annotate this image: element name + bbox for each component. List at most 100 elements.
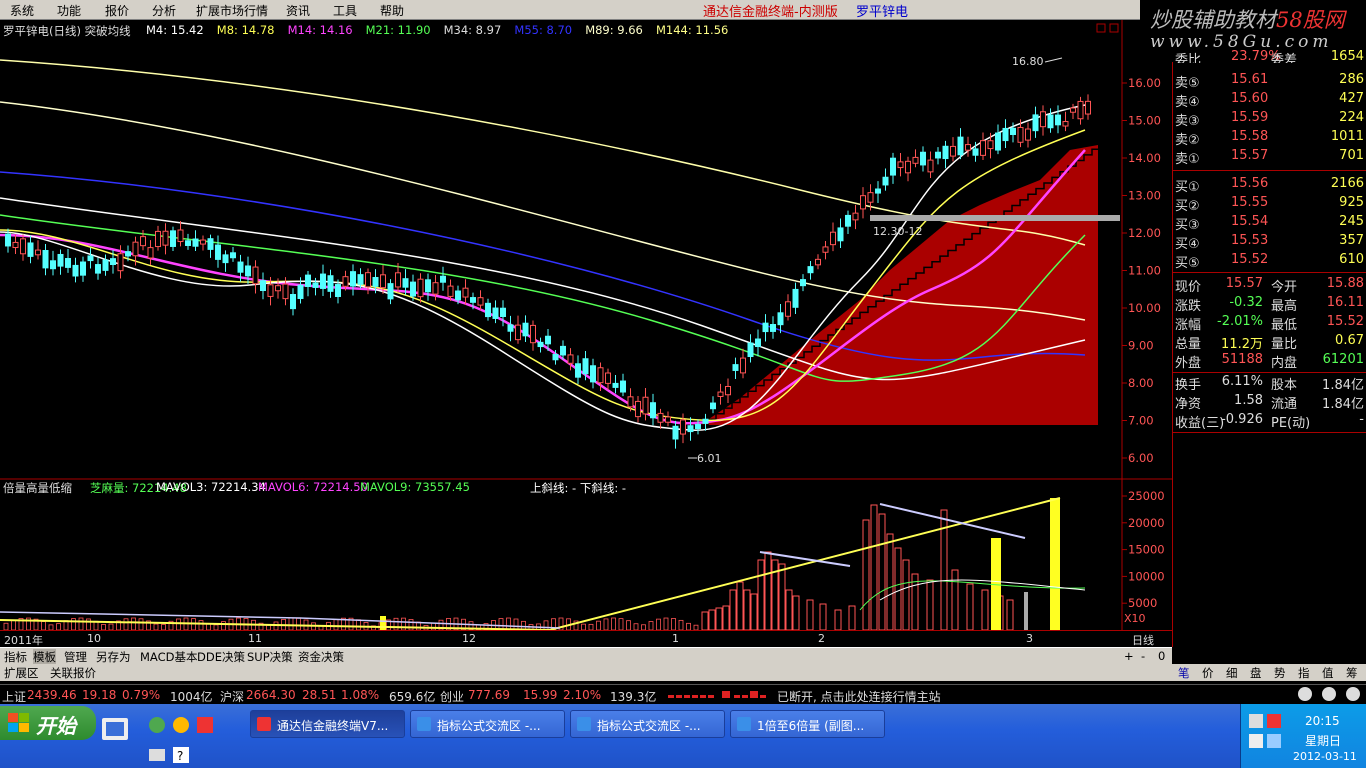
clock-date: 2012-03-11: [1293, 750, 1357, 763]
taskbar-task-1[interactable]: 指标公式交流区 -...: [410, 710, 565, 738]
candlestick: [702, 418, 709, 424]
sell-row[interactable]: 卖④ 15.60 427: [1173, 91, 1366, 110]
buy-price: 15.55: [1231, 195, 1269, 210]
taskbar-task-0[interactable]: 通达信金融终端V7...: [250, 710, 405, 738]
start-button[interactable]: 开始: [0, 706, 96, 740]
right-tab-4[interactable]: 势: [1274, 665, 1286, 681]
candlestick: [140, 236, 146, 247]
network-icon[interactable]: [1267, 734, 1281, 748]
right-tab-1[interactable]: 价: [1202, 665, 1214, 681]
main-chart-name: 罗平锌电(日线) 突破均线: [3, 24, 131, 38]
right-tab-2[interactable]: 细: [1226, 665, 1238, 681]
start-label: 开始: [36, 714, 76, 738]
tab-control-1[interactable]: -: [1141, 649, 1145, 663]
candlestick: [87, 255, 94, 262]
menu-item-ext-market[interactable]: 扩展市场行情: [196, 2, 268, 19]
ext-tab-1[interactable]: 关联报价: [50, 665, 96, 681]
tab-4[interactable]: MACD基本: [140, 649, 197, 665]
connect-server-link[interactable]: 已断开, 点击此处连接行情主站: [777, 688, 941, 705]
keyboard-icon[interactable]: [148, 746, 166, 764]
ie-icon[interactable]: [148, 716, 166, 734]
menu-item-news[interactable]: 资讯: [286, 2, 310, 19]
candlestick: [1010, 127, 1016, 135]
sell-row[interactable]: 卖① 15.57 701: [1173, 148, 1366, 167]
logo-text-red: 58股网: [1276, 8, 1345, 32]
stat-label: 总量: [1175, 337, 1202, 352]
tab-5[interactable]: DDE决策: [197, 649, 245, 665]
show-desktop-icon[interactable]: [100, 716, 130, 742]
clock-time[interactable]: 20:15: [1305, 714, 1340, 728]
tab-6[interactable]: SUP决策: [247, 649, 293, 665]
stat-row: 涨幅 -2.01% 最低 15.52: [1173, 314, 1366, 333]
volume-icon[interactable]: [1249, 734, 1263, 748]
stat-label: 收益(三): [1175, 416, 1225, 431]
volume-chart[interactable]: 25000 20000 15000 10000 5000 X10: [0, 480, 1172, 630]
right-tab-7[interactable]: 筹: [1346, 665, 1358, 681]
buy-label: 买③: [1175, 218, 1200, 233]
sell-row[interactable]: 卖⑤ 15.61 286: [1173, 72, 1366, 91]
tab-2[interactable]: 管理: [64, 649, 87, 665]
tray-icon-1[interactable]: [1249, 714, 1263, 728]
menu-item-quote[interactable]: 报价: [105, 2, 129, 19]
sell-label: 卖⑤: [1175, 76, 1200, 91]
candlestick: [560, 345, 566, 356]
ma-legend-item: M89: 9.66: [585, 23, 643, 37]
tab-control-2[interactable]: 0: [1158, 649, 1165, 663]
taskbar-task-3[interactable]: 1倍至6倍量 (副图...: [730, 710, 885, 738]
tab-7[interactable]: 资金决策: [298, 649, 344, 665]
ext-tab-0[interactable]: 扩展区: [4, 665, 39, 681]
candlestick: [1047, 114, 1054, 129]
menu-item-analysis[interactable]: 分析: [152, 2, 176, 19]
right-tab-3[interactable]: 盘: [1250, 665, 1262, 681]
tab-0[interactable]: 指标: [4, 649, 27, 665]
sell-price: 15.60: [1231, 91, 1269, 106]
help-icon[interactable]: ?: [172, 746, 190, 764]
sell-row[interactable]: 卖③ 15.59 224: [1173, 110, 1366, 129]
vol-axis-label: 20000: [1128, 516, 1165, 530]
browser-icon[interactable]: [172, 716, 190, 734]
right-tab-6[interactable]: 值: [1322, 665, 1334, 681]
ma-legend-item: M21: 11.90: [365, 23, 431, 37]
tab-3[interactable]: 另存为: [96, 649, 131, 665]
buy-row[interactable]: 买⑤ 15.52 610: [1173, 252, 1366, 271]
status-icon-2[interactable]: [1322, 687, 1336, 701]
candlestick: [897, 161, 904, 169]
menu-item-help[interactable]: 帮助: [380, 2, 404, 19]
buy-row[interactable]: 买④ 15.53 357: [1173, 233, 1366, 252]
sell-price: 15.58: [1231, 129, 1269, 144]
period-label[interactable]: 日线: [1132, 632, 1154, 648]
sell-row[interactable]: 卖② 15.58 1011: [1173, 129, 1366, 148]
price-axis-label: 16.00: [1128, 76, 1161, 90]
candlestick: [125, 251, 131, 257]
taskbar-task-2[interactable]: 指标公式交流区 -...: [570, 710, 725, 738]
chart-area[interactable]: 16.00 15.00 14.00 13.00 12.00 11.00 10.00 9.00 8…: [0, 20, 1172, 647]
status-icon-3[interactable]: [1346, 687, 1360, 701]
sh-change: 19.18: [82, 688, 117, 702]
buy-row[interactable]: 买③ 15.54 245: [1173, 214, 1366, 233]
price-axis-label: 7.00: [1128, 414, 1154, 428]
buy-row[interactable]: 买② 15.55 925: [1173, 195, 1366, 214]
status-icon-1[interactable]: [1298, 687, 1312, 701]
media-icon[interactable]: [196, 716, 214, 734]
date-axis-label: 2: [818, 632, 825, 645]
stat-value: 51188: [1221, 352, 1263, 367]
menu-item-function[interactable]: 功能: [57, 2, 81, 19]
candlestick: [770, 324, 776, 332]
candlestick: [815, 258, 821, 266]
right-tab-0[interactable]: 笔: [1178, 665, 1190, 681]
candlestick: [545, 335, 551, 345]
candlestick: [785, 301, 791, 317]
stat-value: 6.11%: [1221, 374, 1263, 389]
menu-item-tools[interactable]: 工具: [333, 2, 357, 19]
stat-value: 1.84亿: [1322, 397, 1364, 412]
candlestick: [275, 285, 281, 292]
signal-bars-icon: [668, 691, 766, 698]
tab-1[interactable]: 模板: [33, 649, 56, 665]
main-kline-chart[interactable]: 16.00 15.00 14.00 13.00 12.00 11.00 10.00 9.00 8…: [0, 20, 1172, 480]
right-tab-5[interactable]: 指: [1298, 665, 1310, 681]
menu-item-system[interactable]: 系统: [10, 2, 34, 19]
tray-icon-2[interactable]: [1267, 714, 1281, 728]
buy-row[interactable]: 买① 15.56 2166: [1173, 176, 1366, 195]
buy-volume: 245: [1339, 214, 1364, 229]
tab-control-0[interactable]: +: [1124, 649, 1134, 663]
